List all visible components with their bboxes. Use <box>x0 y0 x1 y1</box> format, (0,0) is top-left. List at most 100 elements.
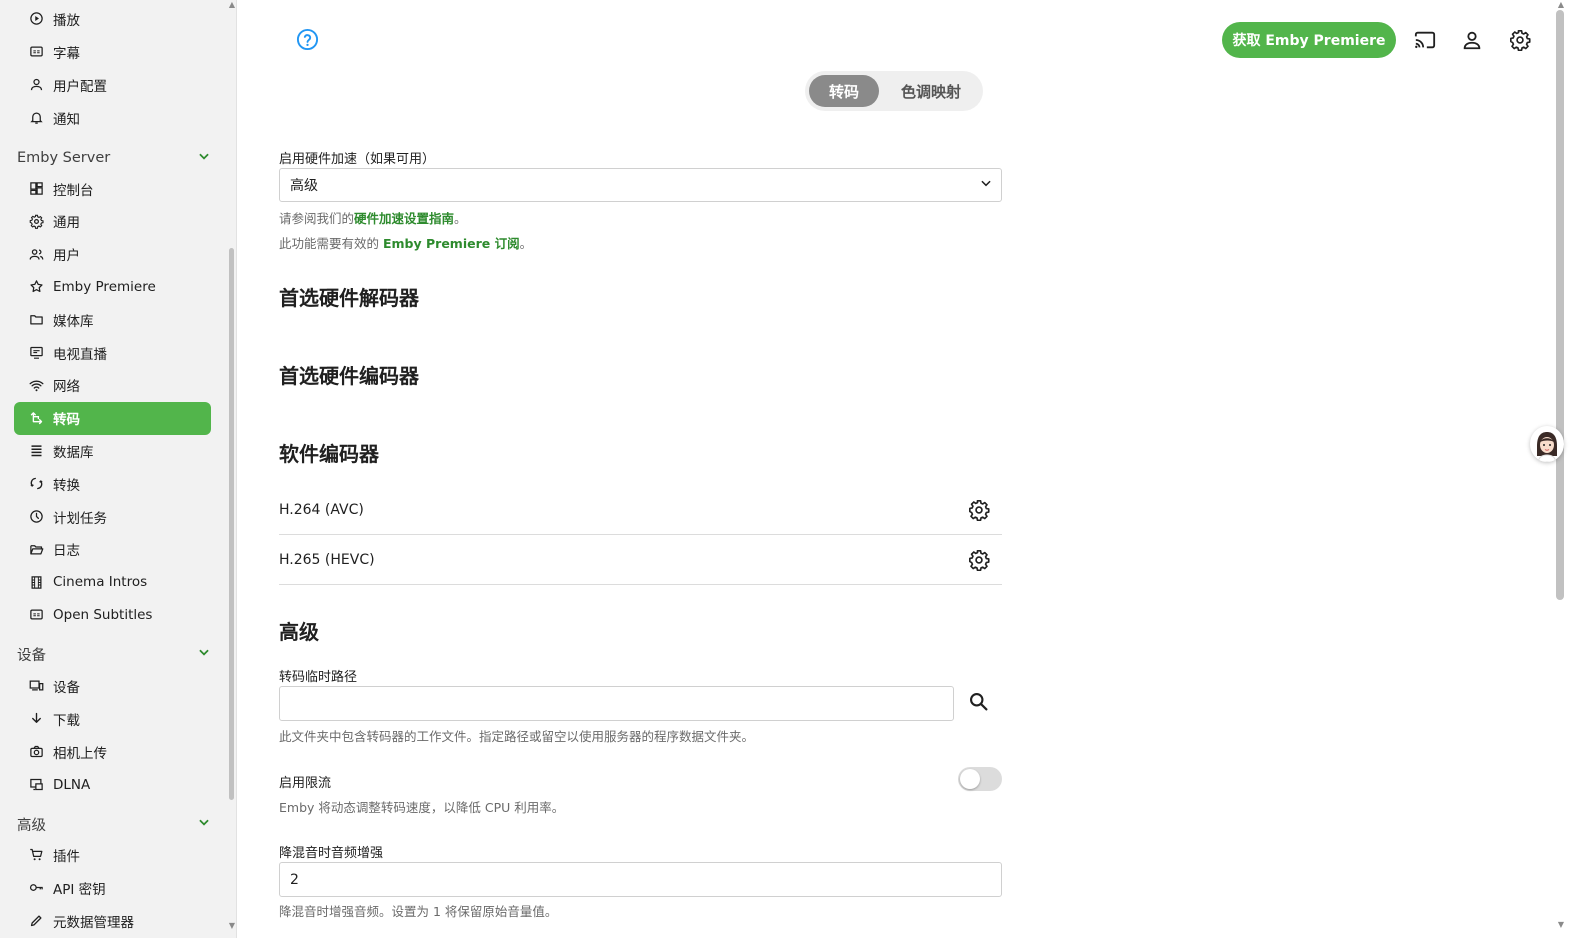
throttle-label: 启用限流 <box>279 776 332 791</box>
sidebar-scrollbar-thumb[interactable] <box>229 248 234 800</box>
clock-icon <box>28 509 44 525</box>
sidebar-item-convert[interactable]: 转换 <box>14 467 211 500</box>
hwaccel-hint-suffix: 。 <box>454 211 467 226</box>
search-icon[interactable] <box>965 688 991 714</box>
sidebar-section-emby-server[interactable]: Emby Server <box>17 145 211 171</box>
downmix-input[interactable]: 2 <box>279 862 1002 897</box>
tab-transcode[interactable]: 转码 <box>809 75 879 107</box>
sidebar-item-label: 通知 <box>53 111 80 128</box>
sidebar-item-label: Emby Premiere <box>53 278 156 295</box>
sidebar-item-label: 插件 <box>53 848 80 865</box>
sidebar-item-dlna[interactable]: DLNA <box>14 768 211 801</box>
camera-icon <box>28 744 44 760</box>
throttle-toggle[interactable] <box>958 767 1002 791</box>
tab-tonemap[interactable]: 色调映射 <box>885 75 977 107</box>
sidebar-item-label: 设备 <box>53 679 80 696</box>
sidebar-item-label: 计划任务 <box>53 510 107 527</box>
sidebar-item-film[interactable]: Cinema Intros <box>14 566 211 599</box>
sidebar-item-tv[interactable]: 电视直播 <box>14 336 211 369</box>
help-icon[interactable] <box>296 28 319 51</box>
chevron-down-icon <box>979 176 993 194</box>
get-premiere-button[interactable]: 获取 Emby Premiere <box>1222 22 1396 58</box>
sidebar-item-subtitles[interactable]: Open Subtitles <box>14 598 211 631</box>
main-scroll-up-icon[interactable]: ▲ <box>1556 0 1566 10</box>
sidebar-item-dashboard[interactable]: 控制台 <box>14 172 211 205</box>
sidebar-item-cart[interactable]: 插件 <box>14 838 211 871</box>
gear-icon[interactable] <box>966 547 992 573</box>
hwaccel-select-value: 高级 <box>290 178 318 194</box>
main-scrollbar-thumb[interactable] <box>1556 10 1564 600</box>
star-icon <box>28 279 44 295</box>
tab-bar: 转码 色调映射 <box>805 71 983 111</box>
sidebar-item-wifi[interactable]: 网络 <box>14 369 211 402</box>
transcode-icon <box>28 410 44 426</box>
sidebar-scroll-up-icon[interactable]: ▲ <box>227 0 236 10</box>
sidebar-item-bell[interactable]: 通知 <box>14 101 211 134</box>
sidebar-item-gear[interactable]: 通用 <box>14 205 211 238</box>
dashboard-icon <box>28 181 44 197</box>
folder-open-icon <box>28 541 44 557</box>
throttle-hint: Emby 将动态调整转码速度，以降低 CPU 利用率。 <box>279 800 565 815</box>
temp-path-label: 转码临时路径 <box>279 670 358 685</box>
sidebar-section-label: 设备 <box>17 647 46 664</box>
sidebar-item-download[interactable]: 下载 <box>14 702 211 735</box>
database-icon <box>28 443 44 459</box>
sidebar-item-clock[interactable]: 计划任务 <box>14 500 211 533</box>
sidebar-item-subtitles[interactable]: 字幕 <box>14 35 211 68</box>
codec-row-h264: H.264 (AVC) <box>279 485 1002 535</box>
sidebar-item-user[interactable]: 用户配置 <box>14 68 211 101</box>
sidebar-item-label: 数据库 <box>53 444 94 461</box>
sidebar-item-play-circle[interactable]: 播放 <box>14 2 211 35</box>
sidebar-item-label: 播放 <box>53 12 80 29</box>
sidebar-item-database[interactable]: 数据库 <box>14 434 211 467</box>
premiere-subscription-link[interactable]: Emby Premiere 订阅 <box>383 236 520 251</box>
sidebar-item-users[interactable]: 用户 <box>14 238 211 271</box>
sidebar-item-pencil[interactable]: 元数据管理器 <box>14 904 211 937</box>
sidebar-item-label: 网络 <box>53 379 80 396</box>
gear-icon <box>28 213 44 229</box>
sidebar-item-label: 字幕 <box>53 45 80 62</box>
temp-path-input[interactable] <box>279 686 954 721</box>
chevron-down-icon[interactable] <box>197 149 211 167</box>
sidebar-item-folder-open[interactable]: 日志 <box>14 533 211 566</box>
settings-gear-icon[interactable] <box>1508 28 1532 52</box>
dlna-icon <box>28 777 44 793</box>
chevron-down-icon[interactable] <box>197 815 211 833</box>
downmix-hint: 降混音时增强音频。设置为 1 将保留原始音量值。 <box>279 904 558 919</box>
user-icon[interactable] <box>1460 28 1484 52</box>
sidebar-item-camera[interactable]: 相机上传 <box>14 735 211 768</box>
sidebar-item-label: 电视直播 <box>53 346 107 363</box>
sidebar-item-folder[interactable]: 媒体库 <box>14 303 211 336</box>
downmix-label: 降混音时音频增强 <box>279 846 384 861</box>
hwaccel-guide-link[interactable]: 硬件加速设置指南 <box>354 211 454 226</box>
sidebar-scroll-down-icon[interactable]: ▼ <box>227 921 236 931</box>
assistant-avatar[interactable] <box>1530 426 1564 462</box>
sidebar-item-label: Open Subtitles <box>53 606 153 623</box>
sidebar-item-label: 用户配置 <box>53 78 107 95</box>
sidebar-section-devices[interactable]: 设备 <box>17 641 211 667</box>
film-icon <box>28 574 44 590</box>
subtitles-icon <box>28 607 44 623</box>
chevron-down-icon[interactable] <box>197 645 211 663</box>
sidebar-item-key[interactable]: API 密钥 <box>14 871 211 904</box>
sidebar-item-devices[interactable]: 设备 <box>14 669 211 702</box>
main-scroll-down-icon[interactable]: ▼ <box>1556 920 1566 930</box>
download-icon <box>28 711 44 727</box>
hwaccel-hint: 请参阅我们的硬件加速设置指南。 <box>279 208 467 227</box>
sidebar-item-transcode[interactable]: 转码 <box>14 401 211 435</box>
user-icon <box>28 77 44 93</box>
sidebar-section-label: Emby Server <box>17 150 111 166</box>
pencil-icon <box>28 913 44 929</box>
hwaccel-hint-prefix: 请参阅我们的 <box>279 211 355 226</box>
sidebar-item-label: 通用 <box>53 215 80 232</box>
gear-icon[interactable] <box>966 497 992 523</box>
folder-icon <box>28 312 44 328</box>
cast-icon[interactable] <box>1413 28 1437 52</box>
sidebar-item-label: 媒体库 <box>53 313 94 330</box>
hwaccel-select[interactable]: 高级 <box>279 168 1002 202</box>
subtitles-icon <box>28 44 44 60</box>
sidebar-item-star[interactable]: Emby Premiere <box>14 270 211 303</box>
sidebar-section-advanced[interactable]: 高级 <box>17 811 211 837</box>
temp-path-hint: 此文件夹中包含转码器的工作文件。指定路径或留空以使用服务器的程序数据文件夹。 <box>279 729 755 744</box>
sidebar-item-label: 转换 <box>53 477 80 494</box>
